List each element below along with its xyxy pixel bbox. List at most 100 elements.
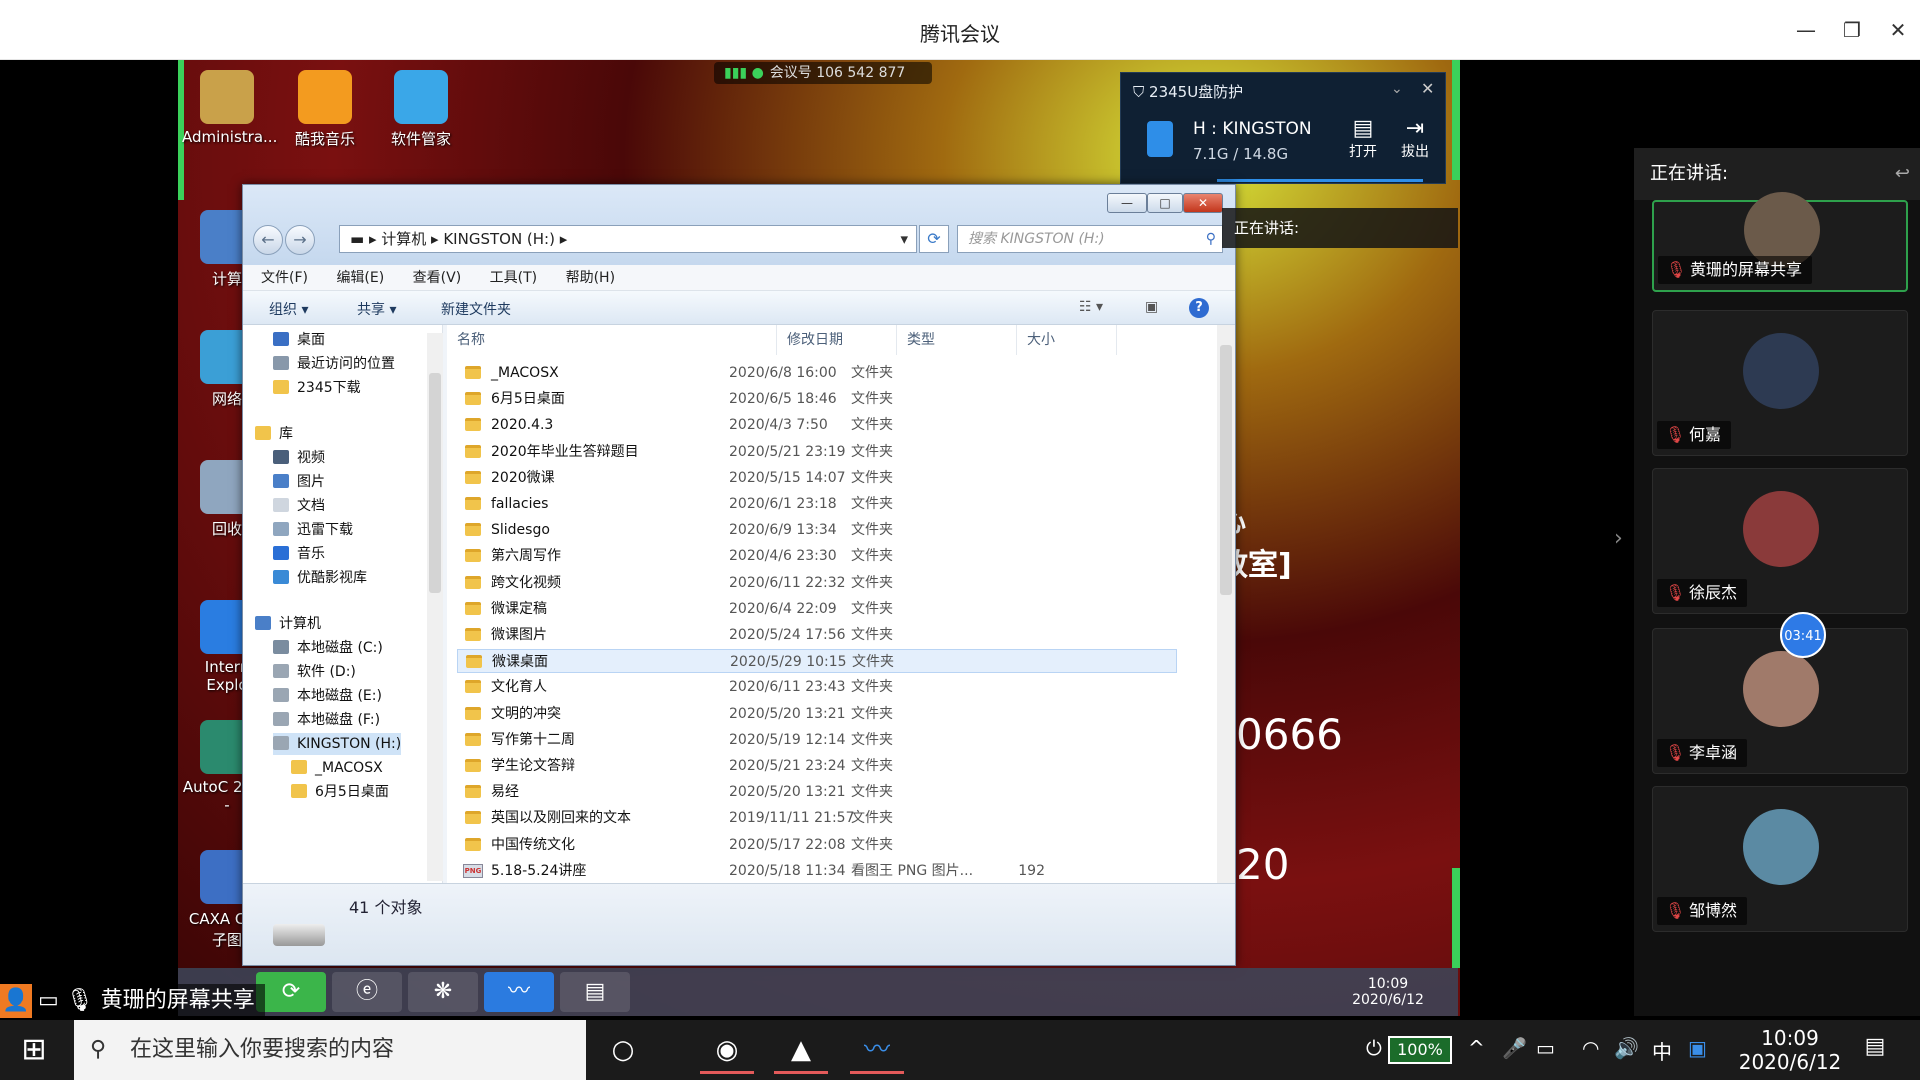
file-row[interactable]: 微课定稿 2020/6/4 22:09 文件夹 <box>457 597 1177 621</box>
breadcrumb-kingston[interactable]: KINGSTON (H:) <box>443 230 555 248</box>
nav-item[interactable]: 本地磁盘 (E:) <box>273 685 382 707</box>
chevron-up-icon[interactable]: ^ <box>1468 1036 1485 1060</box>
file-row[interactable]: 英国以及刚回来的文本 2019/11/11 21:57 文件夹 <box>457 806 1177 830</box>
desktop-icon[interactable]: 软件管家 <box>376 70 466 149</box>
meeting-app-icon[interactable]: 〰 <box>484 972 554 1012</box>
participant-tile[interactable]: 🎙 黄珊的屏幕共享 <box>1652 192 1908 292</box>
search-input[interactable]: 搜索 KINGSTON (H:) ⚲ <box>957 225 1223 253</box>
minimize-button[interactable]: — <box>1792 16 1820 44</box>
refresh-app-icon[interactable]: ⟳ <box>256 972 326 1012</box>
file-row[interactable]: 文化育人 2020/6/11 23:43 文件夹 <box>457 675 1177 699</box>
file-row[interactable]: 跨文化视频 2020/6/11 22:32 文件夹 <box>457 571 1177 595</box>
help-icon[interactable]: ? <box>1189 298 1209 318</box>
file-row[interactable]: PNG 5.18-5.24讲座 2020/5/18 11:34 看图王 PNG 图片.… <box>457 859 1177 883</box>
file-row[interactable]: 写作第十二周 2020/5/19 12:14 文件夹 <box>457 728 1177 752</box>
nav-item[interactable]: 计算机 <box>255 613 321 635</box>
menu-edit[interactable]: 编辑(E) <box>336 265 384 291</box>
ie-icon[interactable]: ⓔ <box>332 972 402 1012</box>
wifi-icon[interactable]: ◠ <box>1582 1036 1599 1060</box>
scroll-thumb[interactable] <box>1220 345 1232 595</box>
task-view-icon[interactable]: ○ <box>596 1026 650 1074</box>
back-icon[interactable]: ↩ <box>1895 148 1910 200</box>
usb-eject-button[interactable]: ⇥ 拔出 <box>1395 117 1435 161</box>
file-row[interactable]: 6月5日桌面 2020/6/5 18:46 文件夹 <box>457 387 1177 411</box>
usb-open-button[interactable]: ▤ 打开 <box>1343 117 1383 161</box>
view-options-icon[interactable]: ☷ ▾ <box>1079 299 1103 315</box>
close-button[interactable]: ✕ <box>1884 16 1912 44</box>
chrome-icon[interactable]: ◉ <box>700 1026 754 1074</box>
chevron-right-icon[interactable]: › <box>1614 526 1623 551</box>
back-button[interactable]: ← <box>253 225 283 255</box>
tray-app-icon[interactable]: ▣ <box>1688 1036 1707 1060</box>
file-row[interactable]: 易经 2020/5/20 13:21 文件夹 <box>457 780 1177 804</box>
file-row[interactable]: 中国传统文化 2020/5/17 22:08 文件夹 <box>457 833 1177 857</box>
file-row[interactable]: 文明的冲突 2020/5/20 13:21 文件夹 <box>457 702 1177 726</box>
nav-item[interactable]: _MACOSX <box>291 757 383 779</box>
desktop-icon[interactable]: 酷我音乐 <box>280 70 370 149</box>
list-scrollbar[interactable] <box>1217 325 1235 883</box>
microphone-icon[interactable]: 🎤 <box>1502 1036 1527 1060</box>
nav-item[interactable]: 图片 <box>273 471 325 493</box>
file-row[interactable]: 第六周写作 2020/4/6 23:30 文件夹 <box>457 544 1177 568</box>
scroll-thumb[interactable] <box>429 373 441 593</box>
file-row[interactable]: fallacies 2020/6/1 23:18 文件夹 <box>457 492 1177 516</box>
ime-indicator[interactable]: 中 <box>1652 1036 1672 1065</box>
nav-item[interactable]: 优酷影视库 <box>273 567 367 589</box>
menu-help[interactable]: 帮助(H) <box>566 265 615 291</box>
participant-tile[interactable]: 🎙 李卓涵 <box>1652 628 1908 774</box>
start-button[interactable]: ⊞ <box>14 1032 54 1068</box>
file-row[interactable]: 2020.4.3 2020/4/3 7:50 文件夹 <box>457 413 1177 437</box>
restore-button[interactable]: ❐ <box>1838 16 1866 44</box>
column-size[interactable]: 大小 <box>1017 325 1117 355</box>
nav-item[interactable]: 视频 <box>273 447 325 469</box>
nav-item[interactable]: 软件 (D:) <box>273 661 356 683</box>
menu-file[interactable]: 文件(F) <box>261 265 308 291</box>
file-row[interactable]: 学生论文答辩 2020/5/21 23:24 文件夹 <box>457 754 1177 778</box>
menu-tools[interactable]: 工具(T) <box>490 265 537 291</box>
organize-button[interactable]: 组织 ▾ <box>269 299 308 319</box>
nav-item[interactable]: 音乐 <box>273 543 325 565</box>
share-button[interactable]: 共享 ▾ <box>357 299 396 319</box>
nav-item[interactable]: 2345下载 <box>273 377 361 399</box>
battery-indicator[interactable]: 100% <box>1388 1036 1452 1064</box>
nav-item[interactable]: 最近访问的位置 <box>273 353 395 375</box>
nav-scrollbar[interactable] <box>427 333 443 881</box>
windows-search-input[interactable]: ⚲ 在这里输入你要搜索的内容 <box>74 1020 586 1080</box>
nav-item[interactable]: 6月5日桌面 <box>291 781 389 803</box>
address-bar[interactable]: ▬ ▸ 计算机 ▸ KINGSTON (H:) ▸ ▾ <box>339 225 917 253</box>
menu-view[interactable]: 查看(V) <box>413 265 462 291</box>
nav-item[interactable]: 迅雷下载 <box>273 519 353 541</box>
file-row[interactable]: 微课桌面 2020/5/29 10:15 文件夹 <box>457 649 1177 674</box>
participant-tile[interactable]: 🎙 何嘉 <box>1652 310 1908 456</box>
explorer-close-button[interactable]: ✕ <box>1183 193 1223 213</box>
nav-item[interactable]: 桌面 <box>273 329 325 351</box>
file-row[interactable]: 2020年毕业生答辩题目 2020/5/21 23:19 文件夹 <box>457 440 1177 464</box>
tencent-meeting-icon[interactable]: 〰 <box>850 1026 904 1074</box>
explorer-maximize-button[interactable]: □ <box>1147 193 1183 213</box>
desktop-icon[interactable]: Administra... <box>182 70 277 146</box>
close-icon[interactable]: ✕ <box>1421 79 1434 98</box>
matlab-icon[interactable]: ▲ <box>774 1026 828 1074</box>
nav-item[interactable]: 文档 <box>273 495 325 517</box>
explorer-icon[interactable]: ▤ <box>560 972 630 1012</box>
chevron-down-icon[interactable]: ⌄ <box>1391 81 1403 97</box>
participant-tile[interactable]: 🎙 徐辰杰 <box>1652 468 1908 614</box>
explorer-minimize-button[interactable]: — <box>1107 193 1147 213</box>
battery-icon[interactable]: ▭ <box>1536 1036 1555 1060</box>
nav-item[interactable]: 库 <box>255 423 293 445</box>
breadcrumb-computer[interactable]: 计算机 <box>381 230 426 248</box>
new-folder-button[interactable]: 新建文件夹 <box>441 299 511 319</box>
participant-tile[interactable]: 🎙 邹博然 <box>1652 786 1908 932</box>
nav-item[interactable]: 本地磁盘 (C:) <box>273 637 383 659</box>
volume-icon[interactable]: 🔊 <box>1614 1036 1639 1060</box>
column-type[interactable]: 类型 <box>897 325 1017 355</box>
chevron-down-icon[interactable]: ▾ <box>900 226 908 252</box>
notification-icon[interactable]: ▤ <box>1860 1034 1890 1064</box>
file-row[interactable]: 微课图片 2020/5/24 17:56 文件夹 <box>457 623 1177 647</box>
preview-pane-icon[interactable]: ▣ <box>1145 299 1158 315</box>
nav-item[interactable]: KINGSTON (H:) <box>273 733 402 755</box>
system-clock[interactable]: 10:09 2020/6/12 <box>1730 1026 1850 1074</box>
column-name[interactable]: 名称 <box>447 325 777 355</box>
file-row[interactable]: _MACOSX 2020/6/8 16:00 文件夹 <box>457 361 1177 385</box>
app-icon[interactable]: ❋ <box>408 972 478 1012</box>
